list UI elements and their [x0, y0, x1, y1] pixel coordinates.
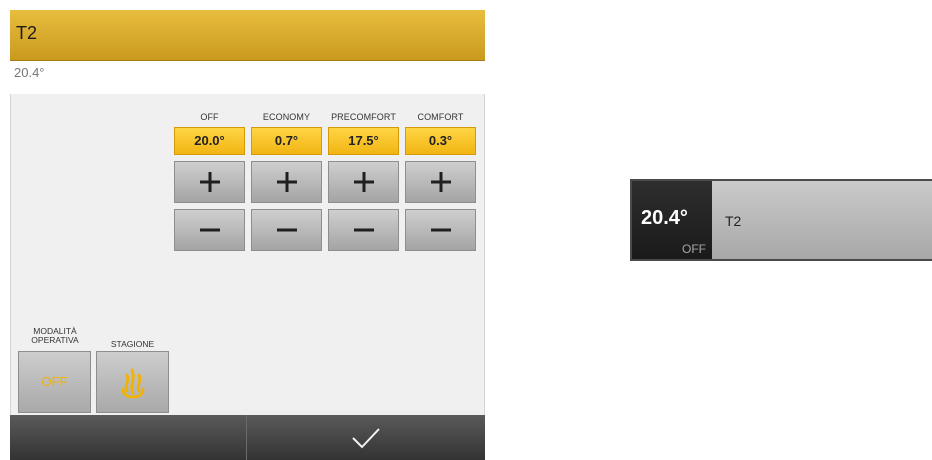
confirm-button[interactable] — [247, 415, 485, 460]
panel-title: T2 — [16, 23, 38, 43]
season-label: STAGIONE — [110, 339, 155, 349]
decrease-comfort-button[interactable] — [405, 209, 476, 251]
setpoint-label-comfort: COMFORT — [417, 112, 464, 122]
widget-temperature: 20.4° — [641, 207, 688, 229]
current-temperature-bar: 20.4° — [10, 61, 485, 94]
setpoint-label-precomfort: PRECOMFORT — [331, 112, 396, 122]
increase-economy-button[interactable] — [251, 161, 322, 203]
setpoint-value-off[interactable]: 20.0° — [174, 127, 245, 155]
increase-precomfort-button[interactable] — [328, 161, 399, 203]
setpoint-value-economy[interactable]: 0.7° — [251, 127, 322, 155]
plus-icon — [276, 172, 297, 192]
operating-mode-label-line2: OPERATIVA — [31, 335, 79, 345]
setpoint-label-economy: ECONOMY — [262, 112, 311, 122]
setpoint-label-off: OFF — [200, 112, 219, 122]
decrease-economy-button[interactable] — [251, 209, 322, 251]
widget-temperature-box: 20.4° OFF — [632, 181, 712, 259]
decrease-precomfort-button[interactable] — [328, 209, 399, 251]
increase-off-button[interactable] — [174, 161, 245, 203]
widget-name: T2 — [725, 213, 742, 229]
checkmark-icon — [352, 427, 380, 448]
panel-content: OFF 20.0° ECONOMY 0.7° PRECOMFORT 17.5° — [10, 94, 485, 415]
increase-comfort-button[interactable] — [405, 161, 476, 203]
thermostat-widget[interactable]: 20.4° OFF T2 — [630, 179, 932, 261]
panel-footer — [10, 415, 485, 460]
plus-icon — [199, 172, 220, 192]
current-temperature: 20.4° — [14, 65, 45, 80]
widget-body: T2 — [712, 181, 932, 259]
setpoint-value-comfort[interactable]: 0.3° — [405, 127, 476, 155]
decrease-off-button[interactable] — [174, 209, 245, 251]
plus-icon — [353, 172, 374, 192]
cancel-button[interactable] — [10, 415, 246, 460]
plus-icon — [430, 172, 451, 192]
thermostat-panel: T2 20.4° OFF 20.0° ECONOMY 0.7° PRECOMFO… — [10, 10, 485, 460]
flame-icon — [121, 368, 145, 399]
panel-header: T2 — [10, 10, 485, 61]
minus-icon — [353, 228, 374, 232]
season-button[interactable] — [96, 351, 169, 413]
operating-mode-button[interactable]: OFF — [18, 351, 91, 413]
minus-icon — [199, 228, 220, 232]
operating-mode-label: MODALITÀ OPERATIVA — [23, 327, 87, 345]
operating-mode-value: OFF — [41, 374, 68, 389]
minus-icon — [430, 228, 451, 232]
minus-icon — [276, 228, 297, 232]
widget-state: OFF — [682, 242, 706, 256]
setpoint-value-precomfort[interactable]: 17.5° — [328, 127, 399, 155]
